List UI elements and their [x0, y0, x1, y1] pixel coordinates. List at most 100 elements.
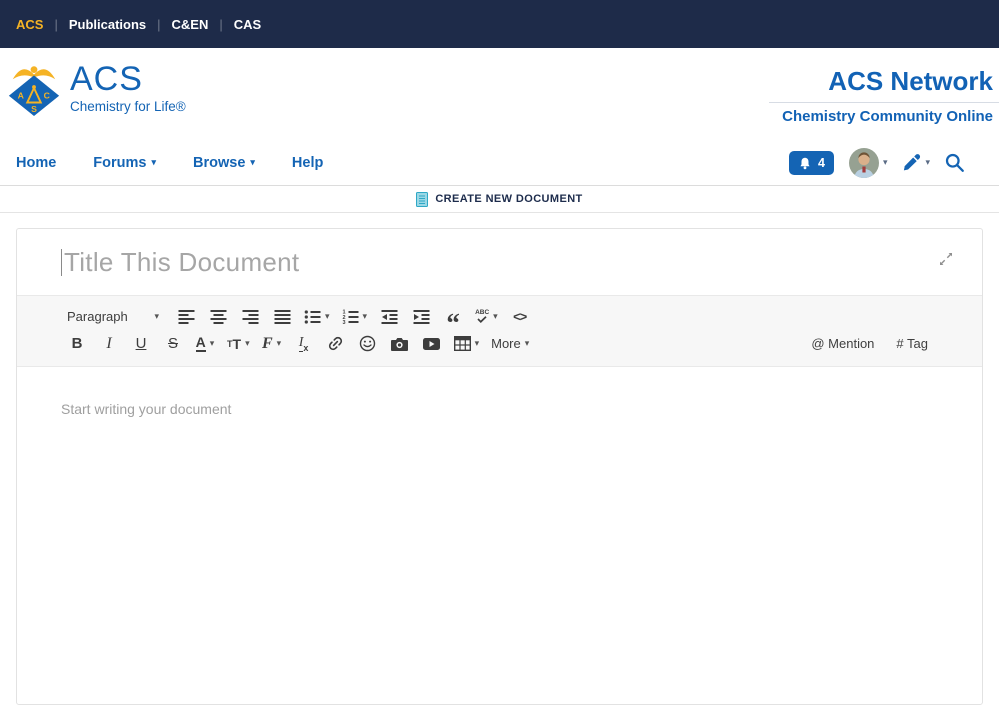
font-size-button[interactable]: T T ▾ — [227, 331, 250, 357]
align-left-button[interactable] — [176, 304, 196, 330]
align-center-icon — [210, 309, 227, 325]
chevron-down-icon: ▾ — [250, 157, 255, 168]
search-button[interactable] — [945, 153, 965, 173]
emoji-button[interactable] — [358, 331, 378, 357]
divider: | — [54, 17, 57, 32]
text-cursor — [61, 249, 62, 276]
bullet-list-icon — [304, 309, 321, 325]
font-family-button[interactable]: F ▾ — [262, 331, 282, 357]
justify-button[interactable] — [272, 304, 292, 330]
logo-tagline: Chemistry for Life® — [70, 99, 186, 114]
text-color-icon: A — [196, 335, 206, 352]
user-menu[interactable]: ▾ — [849, 148, 888, 178]
text-color-button[interactable]: A ▾ — [195, 331, 215, 357]
clear-format-button[interactable]: I x — [294, 331, 314, 357]
paragraph-style-select[interactable]: Paragraph ▾ — [67, 304, 159, 330]
chevron-down-icon: ▾ — [325, 311, 330, 322]
bell-icon — [798, 156, 812, 170]
video-button[interactable] — [422, 331, 442, 357]
numbered-list-icon: 1 2 3 — [342, 309, 359, 325]
align-left-icon — [178, 309, 195, 325]
nav-item-browse[interactable]: Browse ▾ — [193, 155, 255, 171]
numbered-list-button[interactable]: 1 2 3 ▾ — [342, 304, 368, 330]
underline-button[interactable]: U — [131, 331, 151, 357]
main-nav: Home Forums ▾ Browse ▾ Help 4 — [0, 140, 999, 186]
chevron-down-icon: ▾ — [277, 338, 282, 349]
code-icon: <> — [513, 309, 526, 324]
create-new-document-button[interactable]: CREATE NEW DOCUMENT — [0, 186, 999, 213]
nav-item-home[interactable]: Home — [16, 155, 56, 171]
avatar — [849, 148, 879, 178]
utility-link-publications[interactable]: Publications — [69, 17, 146, 32]
align-center-button[interactable] — [208, 304, 228, 330]
expand-icon — [938, 251, 954, 267]
table-button[interactable]: ▾ — [454, 331, 480, 357]
chevron-down-icon: ▾ — [525, 338, 530, 349]
expand-button[interactable] — [938, 251, 954, 267]
emoji-icon — [359, 335, 376, 352]
chevron-down-icon: ▾ — [210, 338, 215, 349]
outdent-icon — [381, 309, 398, 325]
mention-button[interactable]: @ Mention — [811, 336, 874, 351]
site-subtitle: Chemistry Community Online — [769, 103, 999, 125]
nav-item-forums[interactable]: Forums ▾ — [93, 155, 156, 171]
link-button[interactable] — [326, 331, 346, 357]
editor-toolbar: Paragraph ▾ — [17, 295, 982, 367]
svg-text:3: 3 — [342, 320, 345, 325]
more-label: More — [491, 336, 521, 351]
notification-count: 4 — [818, 156, 825, 170]
align-right-button[interactable] — [240, 304, 260, 330]
bold-button[interactable]: B — [67, 331, 87, 357]
table-icon — [454, 336, 471, 351]
strikethrough-icon: S — [168, 335, 178, 352]
video-icon — [423, 338, 440, 350]
logo-acronym: ACS — [70, 62, 186, 96]
strikethrough-button[interactable]: S — [163, 331, 183, 357]
acs-logo-icon: A C S — [5, 58, 63, 118]
indent-button[interactable] — [411, 304, 431, 330]
acs-logo[interactable]: A C S ACS Chemistry for Life® — [5, 58, 186, 118]
notifications-button[interactable]: 4 — [789, 151, 834, 175]
image-button[interactable] — [390, 331, 410, 357]
align-right-icon — [242, 309, 259, 325]
font-family-icon: F — [262, 335, 273, 353]
create-new-document-label: CREATE NEW DOCUMENT — [435, 193, 582, 205]
justify-icon — [274, 309, 291, 325]
more-button[interactable]: More ▾ — [491, 331, 529, 357]
bullet-list-button[interactable]: ▾ — [304, 304, 330, 330]
document-title-input[interactable]: Title This Document — [17, 229, 982, 295]
nav-links: Home Forums ▾ Browse ▾ Help — [16, 155, 323, 171]
underline-icon: U — [136, 335, 147, 352]
chevron-down-icon: ▾ — [883, 157, 888, 168]
nav-right-controls: 4 ▾ ▾ — [789, 148, 965, 178]
blockquote-icon: “ — [446, 318, 460, 329]
site-title: ACS Network — [769, 66, 999, 103]
blockquote-button[interactable]: “ — [443, 304, 463, 330]
nav-item-label: Browse — [193, 155, 245, 171]
mention-tag-group: @ Mention # Tag — [811, 330, 928, 357]
toolbar-row-2: B I U S A ▾ T T ▾ — [67, 330, 982, 357]
search-icon — [945, 153, 965, 173]
nav-item-help[interactable]: Help — [292, 155, 323, 171]
utility-link-cen[interactable]: C&EN — [172, 17, 209, 32]
pencil-icon — [902, 153, 921, 172]
spellcheck-button[interactable]: ABC ▾ — [475, 304, 498, 330]
document-body-input[interactable]: Start writing your document — [17, 367, 982, 704]
svg-text:S: S — [31, 104, 37, 114]
italic-button[interactable]: I — [99, 331, 119, 357]
compose-menu[interactable]: ▾ — [902, 153, 930, 172]
chevron-down-icon: ▾ — [154, 311, 159, 322]
site-header: A C S ACS Chemistry for Life® ACS Networ… — [0, 48, 999, 140]
chevron-down-icon: ▾ — [925, 157, 930, 168]
outdent-button[interactable] — [379, 304, 399, 330]
chevron-down-icon: ▾ — [493, 311, 498, 322]
utility-link-cas[interactable]: CAS — [234, 17, 261, 32]
utility-link-acs[interactable]: ACS — [16, 17, 43, 32]
document-editor-card: Title This Document Paragraph ▾ — [16, 228, 983, 705]
paragraph-style-label: Paragraph — [67, 309, 128, 324]
tag-button[interactable]: # Tag — [896, 336, 928, 351]
acs-logo-text: ACS Chemistry for Life® — [70, 58, 186, 114]
code-button[interactable]: <> — [510, 304, 530, 330]
nav-item-label: Home — [16, 155, 56, 171]
chevron-down-icon: ▾ — [363, 311, 368, 322]
